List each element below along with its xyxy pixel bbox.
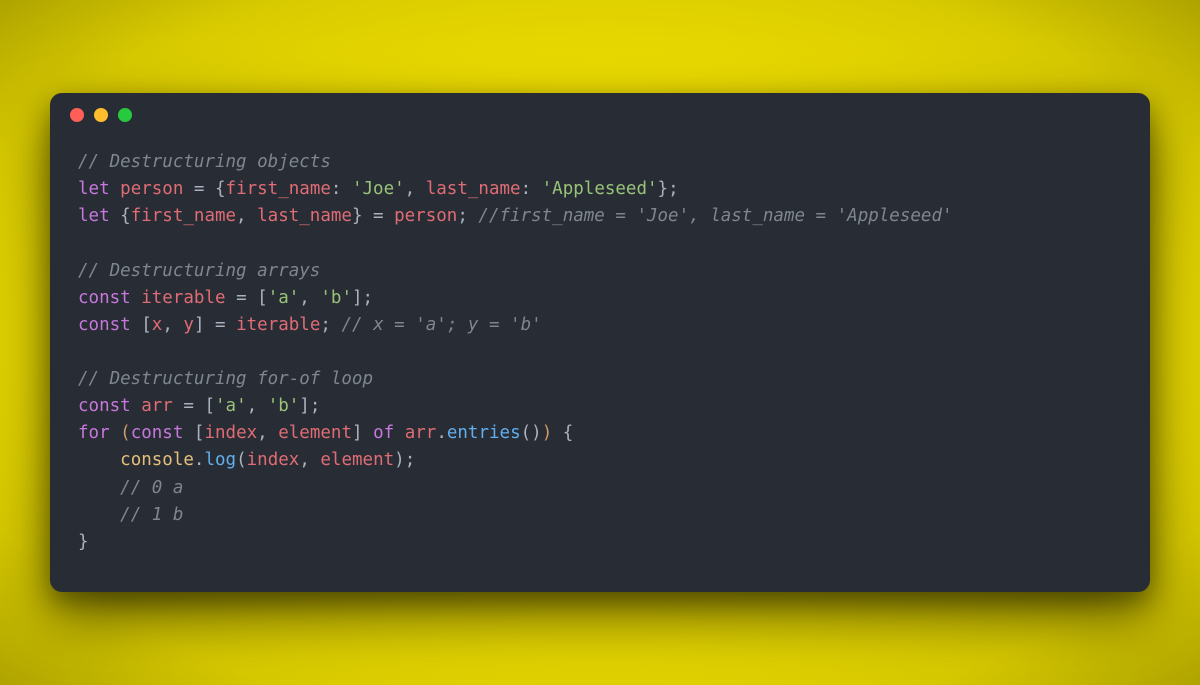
code-token-pn: ; bbox=[320, 315, 341, 335]
code-token-pn: ]; bbox=[352, 288, 373, 308]
code-token-prop: last_name bbox=[426, 179, 521, 199]
code-token-str: 'a' bbox=[268, 288, 300, 308]
code-token-pn bbox=[110, 423, 121, 443]
code-token-id: person bbox=[394, 206, 457, 226]
code-token-id: element bbox=[278, 423, 352, 443]
code-token-id: arr bbox=[141, 396, 173, 416]
code-token-kw: const bbox=[78, 315, 131, 335]
code-token-pn: { bbox=[110, 206, 131, 226]
code-token-id: first_name bbox=[131, 206, 236, 226]
code-token-obj: console bbox=[120, 450, 194, 470]
code-token-str: 'Appleseed' bbox=[542, 179, 658, 199]
code-token-br: ( bbox=[120, 423, 131, 443]
code-token-str: 'Joe' bbox=[352, 179, 405, 199]
window-titlebar bbox=[50, 93, 1150, 137]
code-token-prop: first_name bbox=[226, 179, 331, 199]
code-token-id: index bbox=[204, 423, 257, 443]
code-token-str: 'b' bbox=[320, 288, 352, 308]
code-token-pn: = [ bbox=[226, 288, 268, 308]
code-token-pn: [ bbox=[183, 423, 204, 443]
code-token-id: y bbox=[183, 315, 194, 335]
code-token-pn bbox=[110, 179, 121, 199]
code-token-pn: , bbox=[247, 396, 268, 416]
code-token-pn: , bbox=[257, 423, 278, 443]
code-token-str: 'b' bbox=[268, 396, 300, 416]
code-token-pn: [ bbox=[131, 315, 152, 335]
code-token-id: iterable bbox=[236, 315, 320, 335]
code-token-kw: const bbox=[131, 423, 184, 443]
code-token-pn: () bbox=[521, 423, 542, 443]
code-token-pn: ]; bbox=[299, 396, 320, 416]
code-token-pn: , bbox=[236, 206, 257, 226]
code-token-br: ) bbox=[542, 423, 553, 443]
code-token-kw: let bbox=[78, 179, 110, 199]
code-token-cm: // 0 a bbox=[120, 478, 183, 498]
code-token-pn: }; bbox=[658, 179, 679, 199]
code-token-cm: //first_name = 'Joe', last_name = 'Apple… bbox=[478, 206, 952, 226]
code-token-id: last_name bbox=[257, 206, 352, 226]
code-token-kw: const bbox=[78, 396, 131, 416]
code-token-id: index bbox=[247, 450, 300, 470]
code-token-id: x bbox=[152, 315, 163, 335]
code-token-id: arr bbox=[405, 423, 437, 443]
code-token-pn: , bbox=[299, 288, 320, 308]
code-token-id: element bbox=[320, 450, 394, 470]
code-token-pn: , bbox=[162, 315, 183, 335]
code-token-cm: // Destructuring for-of loop bbox=[78, 369, 373, 389]
code-token-pn: , bbox=[405, 179, 426, 199]
code-token-id: person bbox=[120, 179, 183, 199]
code-block: // Destructuring objects let person = {f… bbox=[50, 137, 1150, 592]
code-token-kw: let bbox=[78, 206, 110, 226]
code-token-cm: // Destructuring objects bbox=[78, 152, 331, 172]
code-token-pn: } bbox=[78, 532, 89, 552]
code-token-pn bbox=[78, 450, 120, 470]
code-token-str: 'a' bbox=[215, 396, 247, 416]
minimize-icon[interactable] bbox=[94, 108, 108, 122]
code-token-pn: { bbox=[552, 423, 573, 443]
code-token-pn: : bbox=[521, 179, 542, 199]
code-token-pn: = [ bbox=[173, 396, 215, 416]
code-token-pn bbox=[78, 478, 120, 498]
code-token-pn: ] bbox=[352, 423, 373, 443]
code-token-pn: ); bbox=[394, 450, 415, 470]
code-token-pn: : bbox=[331, 179, 352, 199]
zoom-icon[interactable] bbox=[118, 108, 132, 122]
code-token-pn: ; bbox=[457, 206, 478, 226]
code-token-pn: . bbox=[436, 423, 447, 443]
close-icon[interactable] bbox=[70, 108, 84, 122]
code-token-pn: } = bbox=[352, 206, 394, 226]
code-token-pn bbox=[394, 423, 405, 443]
code-token-id: iterable bbox=[141, 288, 225, 308]
code-window: // Destructuring objects let person = {f… bbox=[50, 93, 1150, 592]
code-token-pn: = { bbox=[183, 179, 225, 199]
code-token-pn: , bbox=[299, 450, 320, 470]
code-token-pn bbox=[131, 288, 142, 308]
code-token-kw: for bbox=[78, 423, 110, 443]
code-token-pn: ( bbox=[236, 450, 247, 470]
code-token-pn bbox=[131, 396, 142, 416]
code-token-pn: ] = bbox=[194, 315, 236, 335]
code-token-fn: log bbox=[204, 450, 236, 470]
code-token-cm: // 1 b bbox=[120, 505, 183, 525]
code-token-kw: const bbox=[78, 288, 131, 308]
code-token-fn: entries bbox=[447, 423, 521, 443]
code-token-pn bbox=[78, 505, 120, 525]
code-token-pn: . bbox=[194, 450, 205, 470]
code-token-cm: // x = 'a'; y = 'b' bbox=[341, 315, 541, 335]
code-token-cm: // Destructuring arrays bbox=[78, 261, 320, 281]
code-token-kw: of bbox=[373, 423, 394, 443]
